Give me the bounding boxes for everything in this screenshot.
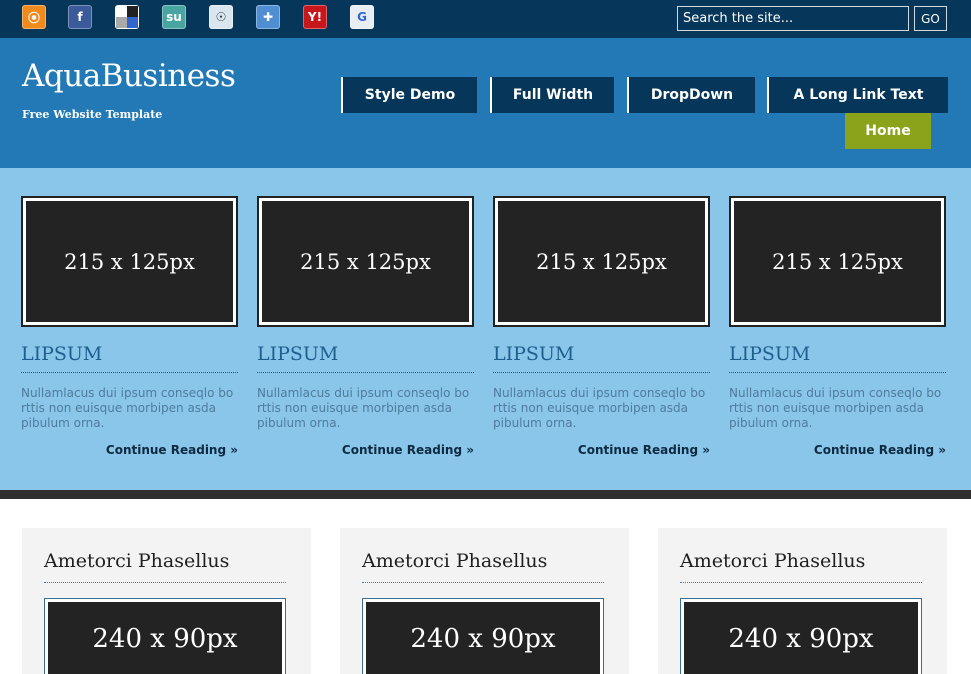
nav-item-style-demo[interactable]: Style Demo (341, 77, 477, 113)
delicious-squares-icon (116, 6, 138, 28)
site-tagline: Free Website Template (22, 108, 163, 121)
box-title[interactable]: Ametorci Phasellus (680, 550, 922, 583)
continue-reading-link[interactable]: Continue Reading » (493, 443, 710, 457)
content-box: Ametorci Phasellus 240 x 90px (340, 528, 629, 674)
box-title[interactable]: Ametorci Phasellus (362, 550, 604, 583)
delicious-icon[interactable] (115, 5, 139, 29)
featured-excerpt: Nullamlacus dui ipsum conseqlo bo rttis … (257, 386, 470, 430)
box-title[interactable]: Ametorci Phasellus (44, 550, 286, 583)
top-bar: ⦿ f su ☉ ✚ Y! G GO (0, 0, 971, 38)
continue-reading-link[interactable]: Continue Reading » (729, 443, 946, 457)
content-box: Ametorci Phasellus 240 x 90px (22, 528, 311, 674)
thumbnail-placeholder: 215 x 125px (734, 201, 941, 322)
featured-card: 215 x 125px LIPSUM Nullamlacus dui ipsum… (257, 196, 474, 457)
facebook-icon[interactable]: f (68, 5, 92, 29)
featured-thumbnail[interactable]: 215 x 125px (21, 196, 238, 327)
section-divider (0, 490, 971, 499)
box-thumbnail[interactable]: 240 x 90px (362, 598, 604, 674)
thumbnail-placeholder: 240 x 90px (684, 602, 918, 674)
search-input[interactable] (677, 6, 909, 31)
continue-reading-link[interactable]: Continue Reading » (257, 443, 474, 457)
featured-excerpt: Nullamlacus dui ipsum conseqlo bo rttis … (21, 386, 234, 430)
featured-thumbnail[interactable]: 215 x 125px (729, 196, 946, 327)
stumbleupon-icon[interactable]: su (162, 5, 186, 29)
nav-item-long-link[interactable]: A Long Link Text (767, 77, 948, 113)
site-logo[interactable]: AquaBusiness (22, 58, 236, 94)
continue-reading-link[interactable]: Continue Reading » (21, 443, 238, 457)
featured-excerpt: Nullamlacus dui ipsum conseqlo bo rttis … (729, 386, 942, 430)
featured-title[interactable]: LIPSUM (729, 343, 946, 373)
technorati-icon[interactable]: ✚ (256, 5, 280, 29)
reddit-icon[interactable]: ☉ (209, 5, 233, 29)
featured-thumbnail[interactable]: 215 x 125px (257, 196, 474, 327)
featured-card: 215 x 125px LIPSUM Nullamlacus dui ipsum… (21, 196, 238, 457)
featured-card: 215 x 125px LIPSUM Nullamlacus dui ipsum… (729, 196, 946, 457)
thumbnail-placeholder: 240 x 90px (48, 602, 282, 674)
nav-item-home[interactable]: Home (845, 113, 931, 149)
featured-thumbnail[interactable]: 215 x 125px (493, 196, 710, 327)
yahoo-icon[interactable]: Y! (303, 5, 327, 29)
rss-icon[interactable]: ⦿ (22, 5, 46, 29)
featured-title[interactable]: LIPSUM (493, 343, 710, 373)
content-box: Ametorci Phasellus 240 x 90px (658, 528, 947, 674)
featured-excerpt: Nullamlacus dui ipsum conseqlo bo rttis … (493, 386, 706, 430)
thumbnail-placeholder: 215 x 125px (262, 201, 469, 322)
thumbnail-placeholder: 240 x 90px (366, 602, 600, 674)
featured-title[interactable]: LIPSUM (21, 343, 238, 373)
box-thumbnail[interactable]: 240 x 90px (680, 598, 922, 674)
nav-item-full-width[interactable]: Full Width (490, 77, 614, 113)
box-thumbnail[interactable]: 240 x 90px (44, 598, 286, 674)
featured-card: 215 x 125px LIPSUM Nullamlacus dui ipsum… (493, 196, 710, 457)
thumbnail-placeholder: 215 x 125px (498, 201, 705, 322)
nav-item-dropdown[interactable]: DropDown (627, 77, 755, 113)
thumbnail-placeholder: 215 x 125px (26, 201, 233, 322)
featured-title[interactable]: LIPSUM (257, 343, 474, 373)
search-go-button[interactable]: GO (914, 6, 947, 31)
google-icon[interactable]: G (350, 5, 374, 29)
